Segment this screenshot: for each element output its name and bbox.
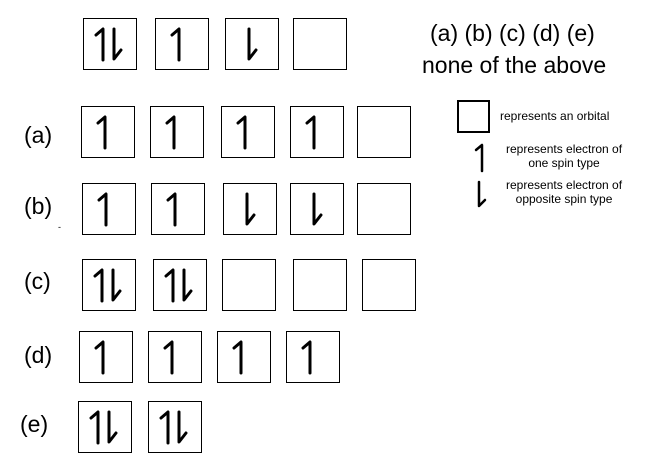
option-b-orbital-box xyxy=(151,183,205,235)
spin-up-arrow-icon xyxy=(236,115,247,150)
option-d-orbital-box xyxy=(79,331,133,383)
option-a-orbital-box xyxy=(221,106,275,158)
reference-orbital-box xyxy=(293,18,347,70)
option-e-orbital-box xyxy=(78,401,132,453)
option-b-orbital-box xyxy=(223,183,277,235)
option-b-label: (b) xyxy=(24,193,53,219)
spin-up-arrow-icon xyxy=(170,27,181,62)
spin-down-arrow-icon xyxy=(107,410,118,444)
spin-down-arrow-icon xyxy=(177,410,188,444)
reference-orbital-box xyxy=(83,18,137,70)
spin-down-arrow-icon xyxy=(245,192,256,226)
spin-up-arrow-icon xyxy=(93,268,104,303)
spin-up-arrow-icon xyxy=(94,340,105,375)
spin-up-arrow-icon xyxy=(164,268,175,303)
legend-spin-up-text: represents electron of one spin type xyxy=(506,142,623,170)
option-b-orbital-box xyxy=(357,183,411,235)
spin-up-arrow-icon xyxy=(232,340,243,375)
spin-up-arrow-icon xyxy=(166,192,177,227)
option-a-orbital-box xyxy=(81,106,135,158)
option-d-orbital-box xyxy=(286,331,340,383)
option-c-orbital-box xyxy=(82,259,136,311)
spin-up-arrow-icon xyxy=(159,410,170,445)
spin-up-arrow-icon xyxy=(163,340,174,375)
orbital-diagram: (a) (b) (c) (d) (e) none of the above re… xyxy=(0,0,668,465)
legend-orbital-box xyxy=(457,100,490,133)
option-d-orbital-box xyxy=(148,331,202,383)
option-c-orbital-box xyxy=(362,259,416,311)
option-c-orbital-box xyxy=(293,259,347,311)
spin-down-arrow-icon xyxy=(312,192,323,226)
spin-up-arrow-icon xyxy=(165,115,176,150)
legend-spin-down-text: represents electron of opposite spin typ… xyxy=(506,178,623,206)
option-c-label: (c) xyxy=(24,268,51,294)
legend-orbital-text: represents an orbital xyxy=(500,109,610,123)
spin-up-arrow-icon xyxy=(305,115,316,150)
spin-up-arrow-icon xyxy=(301,340,312,375)
option-c-orbital-box xyxy=(222,259,276,311)
reference-orbital-box xyxy=(225,18,279,70)
option-a-orbital-box xyxy=(357,106,411,158)
spin-up-arrow-icon xyxy=(474,143,484,173)
spin-down-arrow-icon xyxy=(182,268,193,302)
spin-down-arrow-icon xyxy=(112,27,123,61)
option-b-orbital-box xyxy=(82,183,136,235)
stray-mark: - xyxy=(58,222,61,232)
spin-up-arrow-icon xyxy=(89,410,100,445)
option-c-orbital-box xyxy=(153,259,207,311)
option-b-orbital-box xyxy=(290,183,344,235)
spin-up-arrow-icon xyxy=(94,27,105,62)
spin-down-arrow-icon xyxy=(247,27,258,61)
option-a-orbital-box xyxy=(290,106,344,158)
spin-up-arrow-icon xyxy=(96,115,107,150)
option-e-label: (e) xyxy=(20,411,49,437)
spin-down-arrow-icon xyxy=(111,268,122,302)
none-of-the-above-option: none of the above xyxy=(422,52,607,78)
option-d-label: (d) xyxy=(24,342,53,368)
spin-down-arrow-icon xyxy=(477,180,487,208)
option-a-orbital-box xyxy=(150,106,204,158)
option-a-label: (a) xyxy=(24,122,53,148)
option-e-orbital-box xyxy=(148,401,202,453)
option-d-orbital-box xyxy=(217,331,271,383)
reference-orbital-box xyxy=(155,18,209,70)
answer-choices: (a) (b) (c) (d) (e) xyxy=(430,20,595,46)
spin-up-arrow-icon xyxy=(97,192,108,227)
